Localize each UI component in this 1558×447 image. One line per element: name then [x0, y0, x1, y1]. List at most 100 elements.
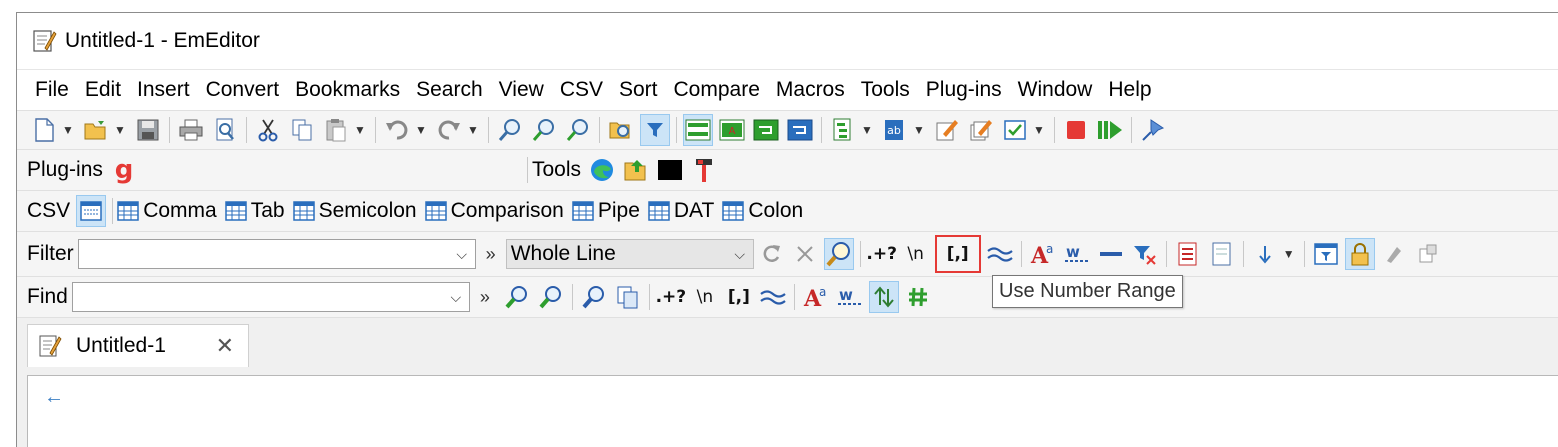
filter-toolbar-toggle[interactable] [640, 114, 670, 146]
filter-negative-button[interactable] [1096, 238, 1126, 270]
print-preview-button[interactable] [210, 114, 240, 146]
filter-options-button[interactable] [1311, 238, 1341, 270]
paste-dropdown[interactable]: ▼ [353, 114, 367, 146]
menu-search[interactable]: Search [408, 73, 491, 107]
chevron-down-icon[interactable]: ⌵ [449, 246, 475, 263]
editor-text-area[interactable]: ← [27, 375, 1558, 447]
find-fuzzy-button[interactable] [758, 281, 788, 313]
new-file-button[interactable] [29, 114, 59, 146]
spell-check-dropdown[interactable]: ▼ [912, 114, 926, 146]
pin-button[interactable] [1138, 114, 1168, 146]
find-next-button[interactable] [536, 281, 566, 313]
filter-more-button[interactable] [1413, 238, 1443, 270]
menu-compare[interactable]: Compare [666, 73, 768, 107]
menu-macros[interactable]: Macros [768, 73, 853, 107]
find-regex-button[interactable]: .+? [656, 281, 687, 313]
redo-dropdown[interactable]: ▼ [466, 114, 480, 146]
filter-combobox[interactable]: ⌵ [77, 239, 476, 269]
macro-multi-button[interactable] [966, 114, 996, 146]
menu-csv[interactable]: CSV [552, 73, 611, 107]
filter-match-case-button[interactable]: Aa [1028, 238, 1058, 270]
filter-input[interactable] [78, 242, 449, 266]
find-input[interactable] [72, 285, 443, 309]
menu-window[interactable]: Window [1010, 73, 1101, 107]
new-file-dropdown[interactable]: ▼ [61, 114, 75, 146]
clear-all-filters-button[interactable] [1130, 238, 1160, 270]
more-options-icon[interactable]: » [480, 287, 490, 308]
filter-extra-button[interactable] [1379, 238, 1409, 270]
find-match-case-button[interactable]: Aa [801, 281, 831, 313]
csv-format-colon[interactable]: Colon [722, 199, 803, 223]
menu-edit[interactable]: Edit [77, 73, 129, 107]
filter-fuzzy-button[interactable] [985, 238, 1015, 270]
chevron-down-icon[interactable]: ⌵ [727, 246, 753, 263]
spell-check-button[interactable]: ab [880, 114, 910, 146]
undo-button[interactable] [382, 114, 412, 146]
menu-tools[interactable]: Tools [853, 73, 918, 107]
outline-button[interactable] [828, 114, 858, 146]
undo-dropdown[interactable]: ▼ [414, 114, 428, 146]
find-whole-word-button[interactable]: w [835, 281, 865, 313]
outline-dropdown[interactable]: ▼ [860, 114, 874, 146]
macro-check-button[interactable] [1000, 114, 1030, 146]
print-button[interactable] [176, 114, 206, 146]
filter-number-range-button[interactable]: [,] [934, 235, 981, 273]
copy-button[interactable] [287, 114, 317, 146]
chevron-down-icon[interactable]: ⌵ [443, 289, 469, 306]
wrap-by-window-button[interactable] [751, 114, 781, 146]
menu-view[interactable]: View [491, 73, 552, 107]
menu-sort[interactable]: Sort [611, 73, 666, 107]
wrap-none-button[interactable] [683, 114, 713, 146]
tool-hammer-button[interactable] [689, 154, 719, 186]
find-previous-button[interactable] [502, 281, 532, 313]
wrap-by-chars-button[interactable]: A [717, 114, 747, 146]
csv-format-pipe[interactable]: Pipe [572, 199, 640, 223]
cut-button[interactable] [253, 114, 283, 146]
close-icon[interactable]: ✕ [216, 333, 234, 359]
filter-bookmark-button[interactable] [1173, 238, 1203, 270]
macro-check-dropdown[interactable]: ▼ [1032, 114, 1046, 146]
redo-button[interactable] [434, 114, 464, 146]
filter-regex-button[interactable]: .+? [866, 238, 897, 270]
title-bar[interactable]: Untitled-1 - EmEditor [17, 13, 1558, 69]
open-file-button[interactable] [81, 114, 111, 146]
stop-macro-button[interactable] [1061, 114, 1091, 146]
run-macro-button[interactable] [1095, 114, 1125, 146]
tool-console-button[interactable] [655, 154, 685, 186]
find-swap-button[interactable] [868, 281, 899, 313]
filter-new-document-button[interactable] [1207, 238, 1237, 270]
macro-record-button[interactable] [932, 114, 962, 146]
advanced-filter-button[interactable] [823, 238, 854, 270]
menu-help[interactable]: Help [1100, 73, 1159, 107]
csv-format-comma[interactable]: Comma [117, 199, 217, 223]
use-number-range-button[interactable] [903, 281, 933, 313]
find-previous-button[interactable] [563, 114, 593, 146]
filter-lock-button[interactable] [1344, 238, 1375, 270]
csv-format-semicolon[interactable]: Semicolon [292, 199, 417, 223]
more-options-icon[interactable]: » [486, 244, 496, 265]
menu-insert[interactable]: Insert [129, 73, 198, 107]
find-escape-button[interactable]: \n [690, 281, 720, 313]
filter-mode-combobox[interactable]: Whole Line ⌵ [505, 239, 754, 269]
filter-context-dropdown[interactable]: ▼ [1282, 238, 1296, 270]
paste-button[interactable] [321, 114, 351, 146]
tool-explorer-button[interactable] [621, 154, 651, 186]
csv-format-dat[interactable]: DAT [648, 199, 714, 223]
menu-file[interactable]: File [27, 73, 77, 107]
find-combobox[interactable]: ⌵ [71, 282, 470, 312]
clear-filter-button[interactable] [790, 238, 820, 270]
csv-mode-button[interactable] [76, 195, 107, 227]
csv-format-comparison[interactable]: Comparison [424, 199, 564, 223]
find-all-button[interactable] [579, 281, 609, 313]
wrap-by-page-button[interactable] [785, 114, 815, 146]
find-in-files-button[interactable] [606, 114, 636, 146]
csv-format-tab[interactable]: Tab [224, 199, 285, 223]
filter-whole-word-button[interactable]: w [1062, 238, 1092, 270]
plugin-g-button[interactable]: g [109, 154, 139, 186]
refresh-filter-button[interactable] [756, 238, 786, 270]
filter-context-button[interactable] [1250, 238, 1280, 270]
find-button[interactable] [495, 114, 525, 146]
filter-escape-button[interactable]: \n [901, 238, 931, 270]
menu-convert[interactable]: Convert [198, 73, 288, 107]
find-in-documents-button[interactable] [613, 281, 643, 313]
